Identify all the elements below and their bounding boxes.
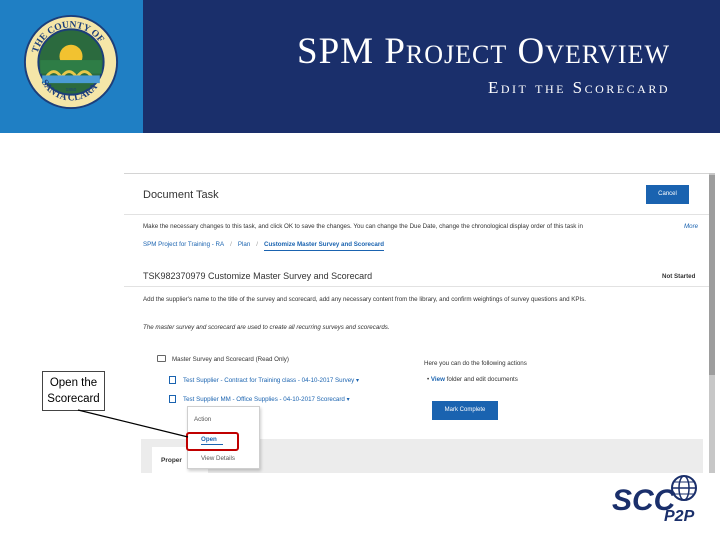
open-highlight-box xyxy=(186,432,239,451)
menu-item-view-details[interactable]: View Details xyxy=(201,455,235,462)
cancel-button[interactable]: Cancel xyxy=(646,185,689,204)
breadcrumb-plan[interactable]: Plan xyxy=(238,241,250,248)
mark-complete-button[interactable]: Mark Complete xyxy=(432,401,498,420)
document-task-title: Document Task xyxy=(143,189,219,201)
instructions-text: Make the necessary changes to this task,… xyxy=(143,223,583,230)
scorecard-file-link[interactable]: Test Supplier MM - Office Supplies - 04-… xyxy=(183,396,350,403)
task-description: Add the supplier's name to the title of … xyxy=(143,296,587,303)
tab-properties-label: Proper xyxy=(161,457,182,464)
breadcrumb-project[interactable]: SPM Project for Training - RA xyxy=(143,241,224,248)
more-link[interactable]: More xyxy=(684,223,698,230)
action-menu-heading: Action xyxy=(194,416,212,423)
status-badge: Not Started xyxy=(662,273,696,280)
document-task-screenshot: Document Task Cancel Make the necessary … xyxy=(124,173,710,473)
actions-bullet: • View folder and edit documents xyxy=(427,376,518,383)
breadcrumb: SPM Project for Training - RA / Plan / Custo… xyxy=(143,241,385,251)
breadcrumb-current[interactable]: Customize Master Survey and Scorecard xyxy=(264,241,385,251)
scc-p2p-logo: SCC P2P xyxy=(612,475,697,524)
survey-file-link[interactable]: Test Supplier - Contract for Training cl… xyxy=(183,377,359,384)
slide-title: SPM Project Overview xyxy=(297,31,670,72)
view-link[interactable]: View xyxy=(431,376,445,383)
actions-bullet-text: folder and edit documents xyxy=(446,376,518,383)
callout-box: Open the Scorecard xyxy=(42,371,105,411)
divider xyxy=(124,286,710,287)
svg-text:1850: 1850 xyxy=(66,87,77,93)
folder-icon xyxy=(157,355,166,362)
svg-text:P2P: P2P xyxy=(664,508,695,524)
divider xyxy=(124,214,710,215)
folder-label[interactable]: Master Survey and Scorecard (Read Only) xyxy=(172,356,289,363)
scrollbar-thumb[interactable] xyxy=(709,175,715,375)
document-icon xyxy=(169,376,176,384)
task-note: The master survey and scorecard are used… xyxy=(143,324,390,331)
actions-heading: Here you can do the following actions xyxy=(424,360,527,367)
document-icon xyxy=(169,395,176,403)
county-seal-icon: THE COUNTY OF SANTA CLARA 1850 xyxy=(23,14,119,110)
task-title: TSK982370979 Customize Master Survey and… xyxy=(143,271,373,281)
slide-subtitle: Edit the Scorecard xyxy=(487,78,670,97)
